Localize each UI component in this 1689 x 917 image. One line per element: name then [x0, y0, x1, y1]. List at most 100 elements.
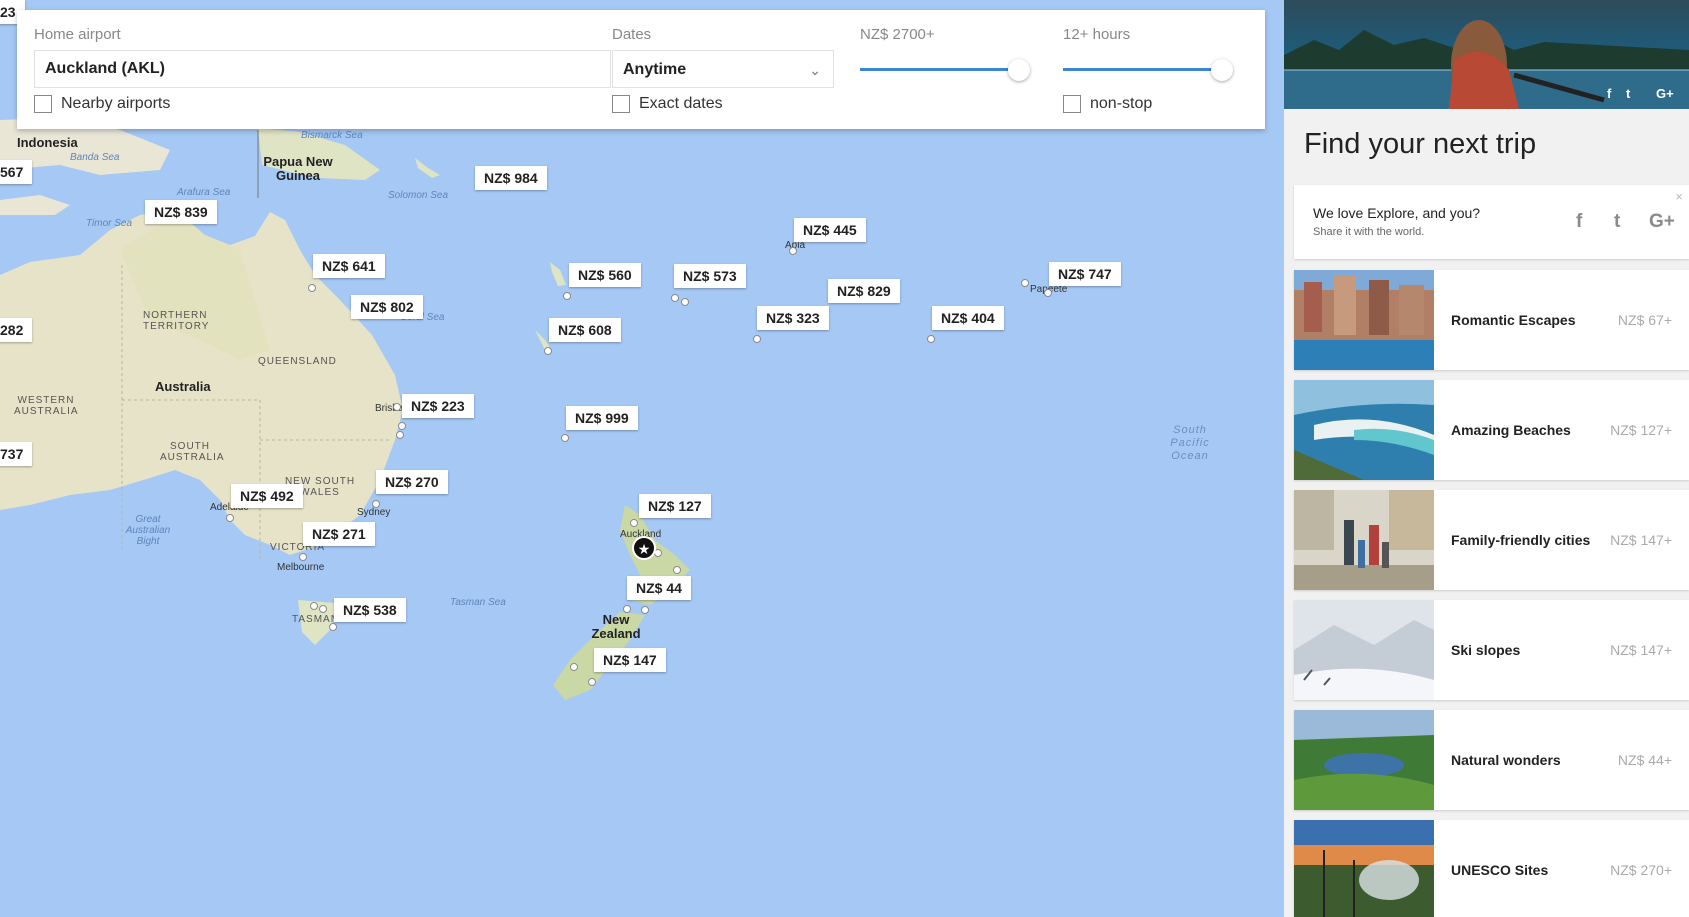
home-airport-input[interactable] — [34, 50, 611, 88]
destination-dot[interactable] — [308, 284, 316, 292]
trip-card-unesco-sites[interactable]: UNESCO Sites NZ$ 270+ — [1294, 820, 1689, 917]
close-icon[interactable]: × — [1675, 189, 1683, 204]
trip-thumbnail — [1294, 490, 1434, 590]
price-tag[interactable]: NZ$ 573 — [674, 264, 746, 288]
trip-price: NZ$ 44+ — [1617, 752, 1672, 768]
trip-name: Natural wonders — [1451, 752, 1561, 768]
destination-dot[interactable] — [623, 605, 631, 613]
checkbox-box[interactable] — [1063, 95, 1081, 113]
price-tag[interactable]: NZ$ 127 — [639, 494, 711, 518]
price-tag[interactable]: NZ$ 223 — [402, 394, 474, 418]
price-slider[interactable] — [860, 58, 1030, 82]
destination-dot[interactable] — [673, 566, 681, 574]
exact-dates-checkbox[interactable]: Exact dates — [612, 95, 723, 113]
non-stop-checkbox[interactable]: non-stop — [1063, 95, 1152, 113]
destination-dot[interactable] — [329, 623, 337, 631]
ocean-label: South Pacific Ocean — [1170, 424, 1210, 462]
destination-dot[interactable] — [681, 298, 689, 306]
price-tag[interactable]: 282 — [0, 318, 33, 342]
price-tag[interactable]: NZ$ 641 — [313, 254, 385, 278]
country-label: New Zealand — [591, 612, 641, 641]
destination-dot[interactable] — [226, 514, 234, 522]
google-plus-icon[interactable]: G+ — [1656, 86, 1674, 101]
destination-dot[interactable] — [398, 422, 406, 430]
city-label: Sydney — [357, 507, 391, 518]
price-tag[interactable]: 737 — [0, 442, 33, 466]
price-tag[interactable]: 567 — [0, 160, 33, 184]
destination-dot[interactable] — [927, 335, 935, 343]
facebook-icon[interactable]: f — [1576, 211, 1582, 233]
destination-dot[interactable] — [544, 347, 552, 355]
trip-card-family-friendly-cities[interactable]: Family-friendly cities NZ$ 147+ — [1294, 490, 1689, 590]
price-tag[interactable]: NZ$ 445 — [794, 218, 866, 242]
price-tag[interactable]: NZ$ 538 — [334, 598, 406, 622]
price-tag[interactable]: NZ$ 44 — [627, 576, 691, 600]
country-label: Australia — [155, 379, 211, 394]
duration-filter-label: 12+ hours — [1063, 26, 1131, 43]
sea-label: Bismarck Sea — [301, 130, 363, 141]
price-tag[interactable]: NZ$ 747 — [1049, 262, 1121, 286]
price-tag[interactable]: NZ$ 608 — [549, 318, 621, 342]
nearby-airports-checkbox[interactable]: Nearby airports — [34, 95, 170, 113]
destination-dot[interactable] — [630, 519, 638, 527]
price-tag[interactable]: NZ$ 271 — [303, 522, 375, 546]
price-tag[interactable]: NZ$ 802 — [351, 295, 423, 319]
twitter-icon[interactable]: t — [1614, 211, 1620, 233]
price-tag[interactable]: NZ$ 984 — [475, 166, 547, 190]
destination-dot[interactable] — [319, 605, 327, 613]
sea-label: Tasman Sea — [450, 597, 506, 608]
destination-dot[interactable] — [310, 602, 318, 610]
facebook-icon[interactable]: f — [1607, 86, 1611, 101]
destination-dot[interactable] — [561, 434, 569, 442]
star-icon: ★ — [637, 541, 651, 557]
price-tag[interactable]: NZ$ 839 — [145, 200, 217, 224]
destination-dot[interactable] — [372, 500, 380, 508]
trip-name: Romantic Escapes — [1451, 312, 1576, 328]
checkbox-box[interactable] — [612, 95, 630, 113]
destination-dot[interactable] — [299, 553, 307, 561]
destination-dot[interactable] — [671, 294, 679, 302]
price-tag[interactable]: NZ$ 323 — [757, 306, 829, 330]
price-tag[interactable]: NZ$ 999 — [566, 406, 638, 430]
share-title: We love Explore, and you? — [1313, 205, 1481, 221]
trip-thumbnail — [1294, 600, 1434, 700]
price-tag[interactable]: NZ$ 492 — [231, 484, 303, 508]
price-tag[interactable]: NZ$ 829 — [828, 279, 900, 303]
price-tag[interactable]: NZ$ 147 — [594, 648, 666, 672]
explore-map[interactable]: Bismarck Sea Banda Sea Arafura Sea Timor… — [0, 0, 1284, 917]
trip-name: Amazing Beaches — [1451, 422, 1571, 438]
google-plus-icon[interactable]: G+ — [1649, 211, 1675, 233]
dates-select[interactable]: Anytime ⌄ — [612, 50, 834, 88]
price-tag[interactable]: NZ$ 270 — [376, 470, 448, 494]
trip-name: Ski slopes — [1451, 642, 1521, 658]
trip-card-ski-slopes[interactable]: Ski slopes NZ$ 147+ — [1294, 600, 1689, 700]
share-subtitle: Share it with the world. — [1313, 226, 1425, 238]
destination-dot[interactable] — [396, 431, 404, 439]
home-airport-marker[interactable]: ★ — [632, 536, 656, 560]
destination-dot[interactable] — [753, 335, 761, 343]
trip-card-natural-wonders[interactable]: Natural wonders NZ$ 44+ — [1294, 710, 1689, 810]
destination-dot[interactable] — [393, 403, 401, 411]
trip-card-amazing-beaches[interactable]: Amazing Beaches NZ$ 127+ — [1294, 380, 1689, 480]
hero-image: f t G+ — [1284, 0, 1689, 109]
price-slider-thumb[interactable] — [1008, 59, 1030, 81]
checkbox-box[interactable] — [34, 95, 52, 113]
sea-label: Banda Sea — [70, 152, 120, 163]
destination-dot[interactable] — [1021, 279, 1029, 287]
destination-dot[interactable] — [563, 292, 571, 300]
sea-label: Timor Sea — [86, 218, 133, 229]
price-tag[interactable]: NZ$ 404 — [932, 306, 1004, 330]
duration-slider-thumb[interactable] — [1211, 59, 1233, 81]
search-panel: Home airport Nearby airports Dates Anyti… — [17, 10, 1265, 129]
destination-dot[interactable] — [789, 247, 797, 255]
country-label: Indonesia — [17, 135, 78, 150]
destination-dot[interactable] — [1044, 289, 1052, 297]
twitter-icon[interactable]: t — [1626, 86, 1630, 101]
destination-dot[interactable] — [570, 663, 578, 671]
trip-price: NZ$ 270+ — [1610, 862, 1672, 878]
duration-slider[interactable] — [1063, 58, 1233, 82]
destination-dot[interactable] — [588, 678, 596, 686]
destination-dot[interactable] — [641, 606, 649, 614]
trip-card-romantic-escapes[interactable]: Romantic Escapes NZ$ 67+ — [1294, 270, 1689, 370]
price-tag[interactable]: NZ$ 560 — [569, 263, 641, 287]
